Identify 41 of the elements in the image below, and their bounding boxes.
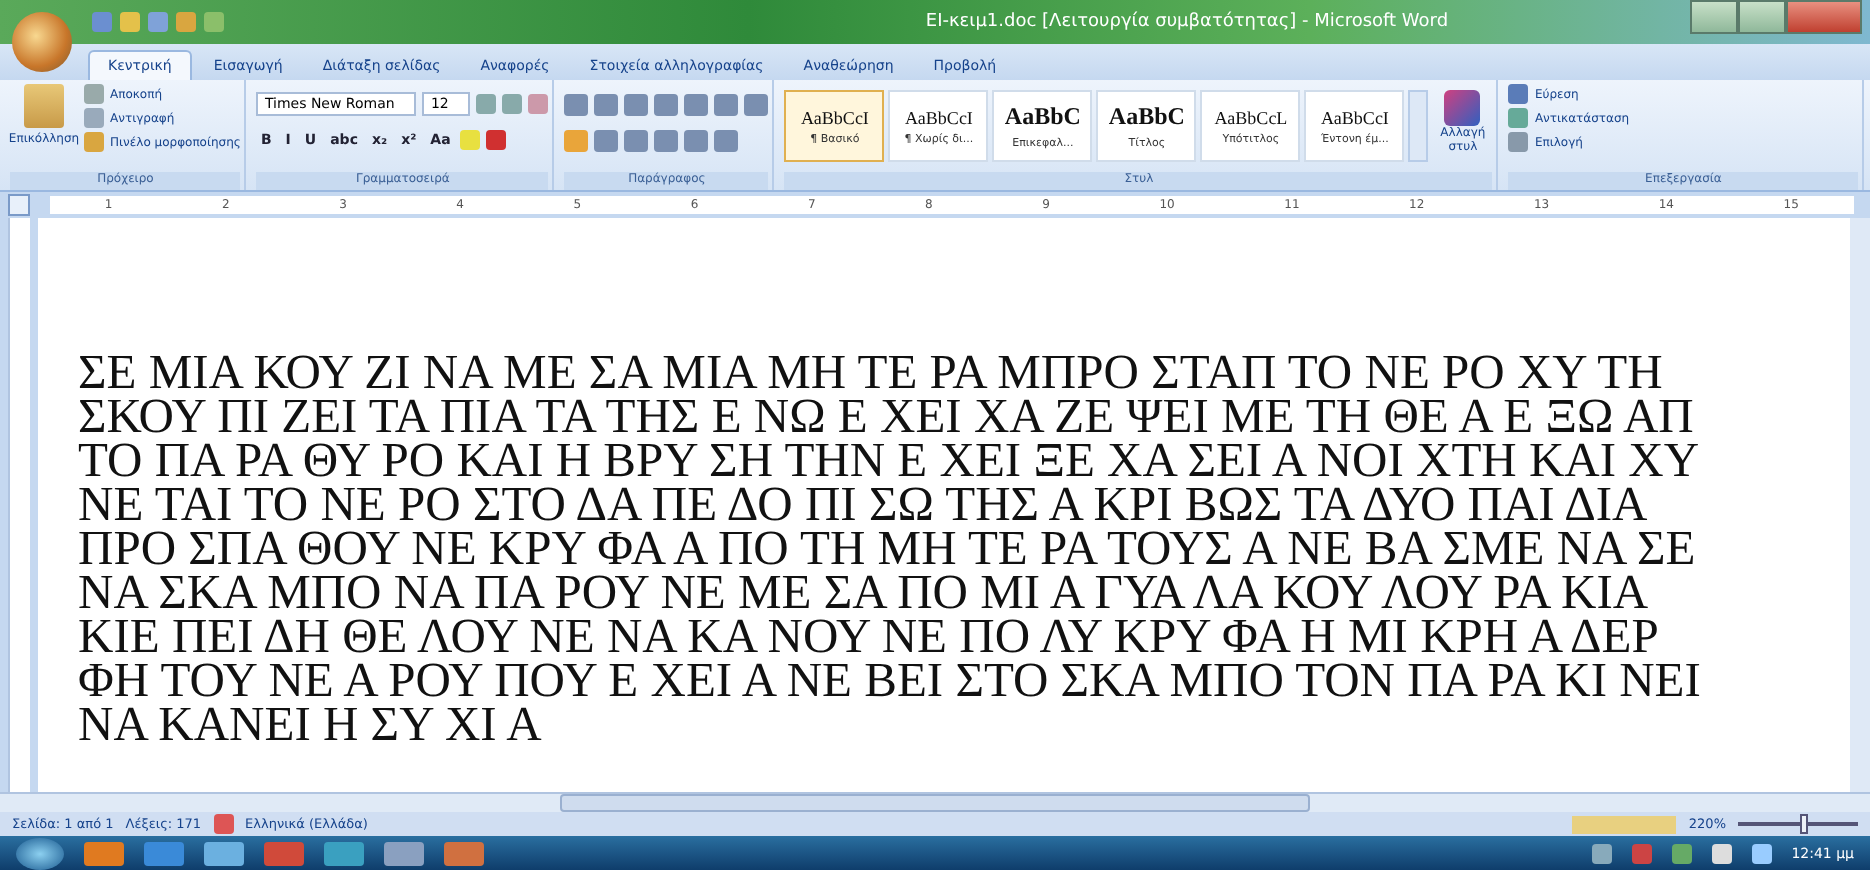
paragraph-tool-icon[interactable] [654,93,679,115]
start-button[interactable] [16,838,64,870]
window-title: ΕΙ-κειμ1.doc [Λειτουργία συμβατότητας] - Microsoft Word [923,12,1451,32]
tray-icon[interactable] [1591,844,1612,864]
text-line: ΣΚΟΥ ΠΙ ΖΕΙ ΤΑ ΠΙΑ ΤΑ ΤΗΣ Ε ΝΩ Ε ΧΕΙ ΧΑ ΖΕ ΨΕΙ ΜΕ ΤΗ ΘΕ Α Ε ΞΩ ΑΠ [78,396,1696,440]
paragraph-tool-icon[interactable] [624,93,649,115]
paragraph-tool-icon[interactable] [564,129,589,151]
text-line: ΚΙΕ ΠΕΙ ΔΗ ΘΕ ΛΟΥ ΝΕ ΝΑ ΚΑ ΝΟΥ ΝΕ ΠΟ ΛΥ ΚΡΥ ΦΑ Η ΜΙ ΚΡΗ Α ΔΕΡ [78,616,1661,660]
minimize-button[interactable] [1690,0,1738,34]
paragraph-tool-icon[interactable] [594,93,619,115]
zoom-slider-thumb[interactable] [1800,814,1808,834]
view-ruler-button[interactable] [8,194,30,216]
paragraph-tool-icon[interactable] [624,129,649,151]
text-line: ΝΕ ΤΑΙ ΤΟ ΝΕ ΡΟ ΣΤΟ ΔΑ ΠΕ ΔΟ ΠΙ ΣΩ ΤΗΣ Α ΚΡΙ ΒΩΣ ΤΑ ΔΥΟ ΠΑΙ ΔΙΑ [78,484,1650,528]
text-line: ΦΗ ΤΟΥ ΝΕ Α ΡΟΥ ΠΟΥ Ε ΧΕΙ Α ΝΕ ΒΕΙ ΣΤΟ ΣΚΑ ΜΠΟ ΤΟΝ ΠΑ ΡΑ ΚΙ ΝΕΙ [78,660,1703,704]
office-button[interactable] [12,12,72,72]
close-button[interactable] [1786,0,1862,34]
text-line: ΣΕ ΜΙΑ ΚΟΥ ΖΙ ΝΑ ΜΕ ΣΑ ΜΙΑ ΜΗ ΤΕ ΡΑ ΜΠΡΟ ΣΤΑΠ ΤΟ ΝΕ ΡΟ ΧΥ ΤΗ [78,352,1663,396]
vertical-scrollbar[interactable] [1850,218,1870,792]
gallery-scrollbar[interactable] [1408,90,1429,162]
tray-icon[interactable] [1711,844,1732,864]
paragraph-tool-icon[interactable] [654,129,679,151]
paragraph-tool-icon[interactable] [714,93,739,115]
text-line: ΝΑ ΣΚΑ ΜΠΟ ΝΑ ΠΑ ΡΟΥ ΝΕ ΜΕ ΣΑ ΠΟ ΜΙ Α ΓΥΑ ΛΑ ΚΟΥ ΛΟΥ ΡΑ ΚΙΑ [78,572,1649,616]
paragraph-tool-icon[interactable] [594,129,619,151]
paragraph-tool-icon[interactable] [714,129,739,151]
horizontal-scrollbar[interactable] [0,792,1870,812]
paragraph-tool-icon[interactable] [684,93,709,115]
paragraph-tool-icon[interactable] [744,93,769,115]
paragraph-tool-icon[interactable] [684,129,709,151]
small-icon [1508,132,1529,152]
tray-icon[interactable] [1751,844,1772,864]
maximize-button[interactable] [1738,0,1786,34]
text-line: ΤΟ ΠΑ ΡΑ ΘΥ ΡΟ ΚΑΙ Η ΒΡΥ ΣΗ ΤΗΝ Ε ΧΕΙ ΞΕ ΧΑ ΣΕΙ Α ΝΟΙ ΧΤΗ ΚΑΙ ΧΥ [78,440,1702,484]
text-line: ΠΡΟ ΣΠΑ ΘΟΥ ΝΕ ΚΡΥ ΦΑ Α ΠΟ ΤΗ ΜΗ ΤΕ ΡΑ ΤΟΥΣ Α ΝΕ ΒΑ ΣΜΕ ΝΑ ΣΕ [78,528,1698,572]
small-icon [1508,108,1529,128]
paragraph-tool-icon[interactable] [564,93,589,115]
tray-icon[interactable] [1671,844,1692,864]
scroll-thumb[interactable] [560,794,1310,812]
text-line: ΝΑ ΚΑΝΕΙ Η ΣΥ ΧΙ Α [78,704,544,748]
small-icon [1508,84,1529,104]
